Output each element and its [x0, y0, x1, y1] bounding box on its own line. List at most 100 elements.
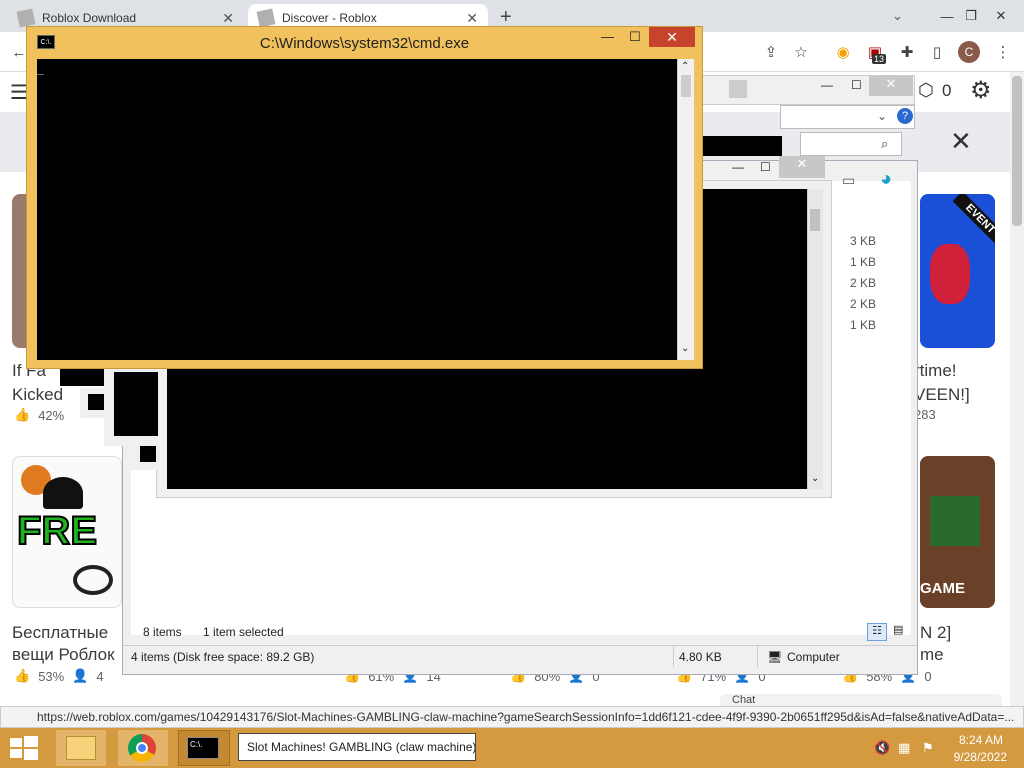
minimize-button[interactable]: — [821, 78, 833, 92]
settings-gear-icon[interactable]: ⚙ [970, 76, 992, 105]
chrome-icon [128, 734, 156, 762]
stacked-window-titlebar: — ☐ ✕ [700, 75, 915, 105]
scrollbar-thumb[interactable] [681, 75, 691, 97]
folder-icon [66, 736, 96, 760]
console-fragment [130, 440, 160, 470]
game-title[interactable]: rtime! [914, 360, 957, 382]
clock-date[interactable]: 9/28/2022 [947, 750, 1007, 764]
address-bar[interactable]: ⌄ ? [780, 105, 915, 129]
maximize-button[interactable]: ☐ [760, 160, 771, 174]
minimize-button[interactable]: — [601, 29, 614, 44]
scroll-down-icon[interactable]: ⌄ [681, 343, 689, 354]
close-window-button[interactable]: ✕ [649, 27, 695, 47]
roblox-icon [16, 8, 36, 28]
file-size: 3 KB [850, 234, 877, 248]
chrome-taskbar[interactable] [118, 730, 168, 766]
status-items: 4 items (Disk free space: 89.2 GB) [131, 650, 315, 664]
selection-status: 1 item selected [203, 625, 284, 639]
game-thumbnail[interactable]: EVENT [920, 194, 995, 348]
console-fragment [60, 368, 104, 386]
tiles-view-icon[interactable]: ▤ [893, 623, 909, 641]
roblox-icon [256, 8, 276, 28]
taskbar-tooltip: Slot Machines! GAMBLING (claw machine) [238, 733, 476, 761]
close-window-button[interactable]: ✕ [779, 156, 825, 178]
cmd-icon: C:\. [37, 35, 55, 49]
search-box[interactable]: ⌕ [800, 132, 902, 156]
game-stats: 👍 42% [14, 407, 64, 423]
extension-badge: 13 [872, 54, 887, 64]
page-scrollbar[interactable] [1010, 72, 1024, 706]
scrollbar-thumb[interactable] [1012, 76, 1022, 226]
cmd-scrollbar[interactable]: ⌃ ⌄ [677, 59, 694, 360]
cmd-window: C:\. C:\Windows\system32\cmd.exe — ☐ ✕ _… [26, 26, 703, 369]
close-tab-icon[interactable]: ✕ [222, 10, 234, 27]
window-icon [729, 80, 747, 98]
file-explorer-taskbar[interactable] [56, 730, 106, 766]
game-title[interactable]: N 2] [920, 622, 951, 644]
game-badge: GAME [920, 580, 965, 597]
players-icon: 👤 [72, 668, 89, 683]
cmd-titlebar[interactable]: C:\. C:\Windows\system32\cmd.exe — ☐ ✕ [27, 27, 702, 59]
sidepanel-icon[interactable]: ▯ [926, 41, 948, 63]
game-thumbnail[interactable]: FRE [12, 456, 122, 608]
file-size: 1 KB [850, 318, 877, 332]
preview-pane-icon[interactable]: ▭ [842, 172, 866, 190]
windows-start-icon[interactable] [10, 736, 38, 760]
cursor: _ [37, 61, 45, 75]
file-size: 1 KB [850, 255, 877, 269]
scrollbar-thumb[interactable] [810, 209, 820, 231]
help-icon[interactable]: ? [897, 108, 913, 124]
game-stats: 👍 53% 👤 4 [14, 668, 104, 684]
cat-icon [43, 477, 83, 509]
cmd-console[interactable]: _ ⌃ ⌄ [37, 59, 694, 360]
robux-icon[interactable]: ⬡ [918, 80, 934, 101]
cmd-taskbar[interactable]: C:\. [178, 730, 230, 766]
cmd-icon: C:\. [187, 737, 219, 759]
rss-icon[interactable]: ◉ [832, 41, 854, 63]
minimize-button[interactable]: — [732, 160, 744, 174]
scroll-down-icon[interactable]: ⌄ [811, 473, 819, 484]
event-badge: EVENT [952, 194, 995, 247]
close-tab-icon[interactable]: ✕ [466, 10, 478, 27]
dropdown-icon[interactable]: ⌄ [877, 109, 887, 123]
link-status-bubble: https://web.roblox.com/games/10429143176… [0, 706, 1024, 728]
computer-icon: 🖥 [767, 650, 783, 664]
volume-muted-icon[interactable]: 🔇 [874, 740, 890, 756]
game-title[interactable]: VEEN!] [914, 384, 970, 406]
shell-icon: ◕ [880, 168, 893, 190]
game-title[interactable]: Kicked [12, 384, 63, 406]
bookmark-star-icon[interactable]: ☆ [790, 41, 812, 63]
search-icon: ⌕ [881, 136, 889, 151]
file-size: 2 KB [850, 297, 877, 311]
game-title[interactable]: me [920, 644, 944, 666]
share-icon[interactable]: ⇪ [760, 41, 782, 63]
game-title[interactable]: вещи Роблок [12, 644, 115, 666]
status-size: 4.80 KB [679, 650, 722, 664]
details-view-icon[interactable]: ☷ [867, 623, 887, 641]
game-thumbnail[interactable]: GAME [920, 456, 995, 608]
flag-icon[interactable]: ⚑ [922, 740, 934, 756]
free-text: FRE [16, 508, 98, 554]
clock-time[interactable]: 8:24 AM [955, 733, 1003, 747]
close-window-button[interactable]: ✕ [869, 76, 913, 96]
thumbs-up-icon: 👍 [14, 407, 31, 422]
scroll-up-icon[interactable]: ⌃ [681, 61, 689, 72]
close-window-button[interactable]: ✕ [978, 0, 1024, 32]
maximize-button[interactable]: ☐ [629, 29, 641, 45]
network-icon[interactable]: ▦ [898, 740, 910, 756]
taskbar: C:\. Slot Machines! GAMBLING (claw machi… [0, 728, 1024, 768]
close-search-button[interactable]: ✕ [950, 126, 972, 157]
puzzle-icon[interactable]: ✚ [896, 41, 918, 63]
game-title[interactable]: Бесплатные [12, 622, 108, 644]
status-location: Computer [787, 650, 840, 664]
maximize-button[interactable]: ☐ [851, 78, 862, 92]
like-ratio: 53% [38, 668, 65, 684]
tab-search-icon[interactable]: ⌄ [892, 8, 903, 24]
character-icon [930, 496, 980, 546]
chain-icon [73, 565, 113, 595]
items-count: 8 items [143, 625, 182, 639]
console-scrollbar[interactable]: ⌄ [807, 189, 823, 489]
status-url: https://web.roblox.com/games/10429143176… [37, 710, 1015, 724]
menu-kebab-icon[interactable]: ⋮ [992, 41, 1014, 63]
profile-avatar[interactable]: C [958, 41, 980, 63]
